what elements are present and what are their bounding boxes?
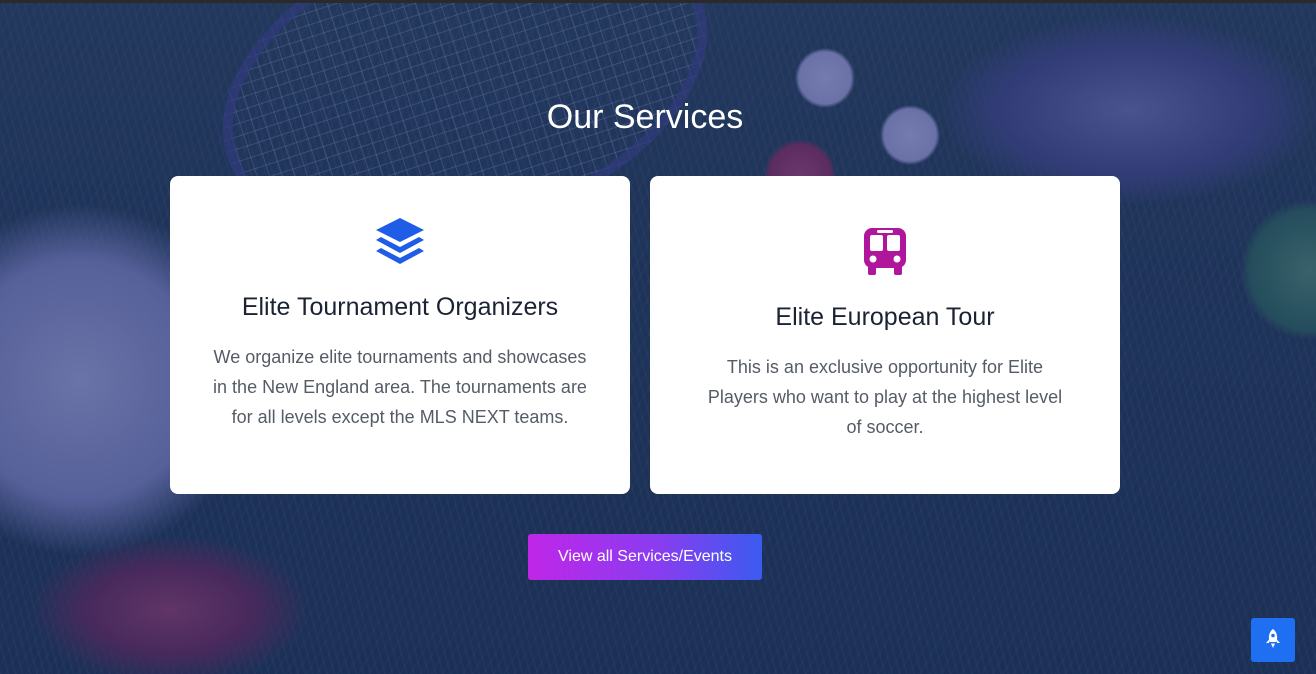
service-card-tournaments: Elite Tournament Organizers We organize … (170, 176, 630, 494)
scroll-to-top-button[interactable] (1251, 618, 1295, 662)
card-title: Elite European Tour (775, 303, 995, 331)
card-description: This is an exclusive opportunity for Eli… (707, 357, 1063, 437)
layers-icon (170, 216, 630, 266)
card-title: Elite Tournament Organizers (241, 293, 559, 321)
section-title: Our Services (546, 98, 744, 136)
service-card-european-tour: Elite European Tour This is an exclusive… (650, 176, 1120, 494)
view-all-services-button[interactable]: View all Services/Events (528, 534, 762, 580)
card-description: We organize elite tournaments and showca… (213, 347, 587, 427)
rocket-icon (1265, 628, 1281, 652)
top-divider (0, 0, 1316, 3)
bus-icon (650, 226, 1120, 276)
